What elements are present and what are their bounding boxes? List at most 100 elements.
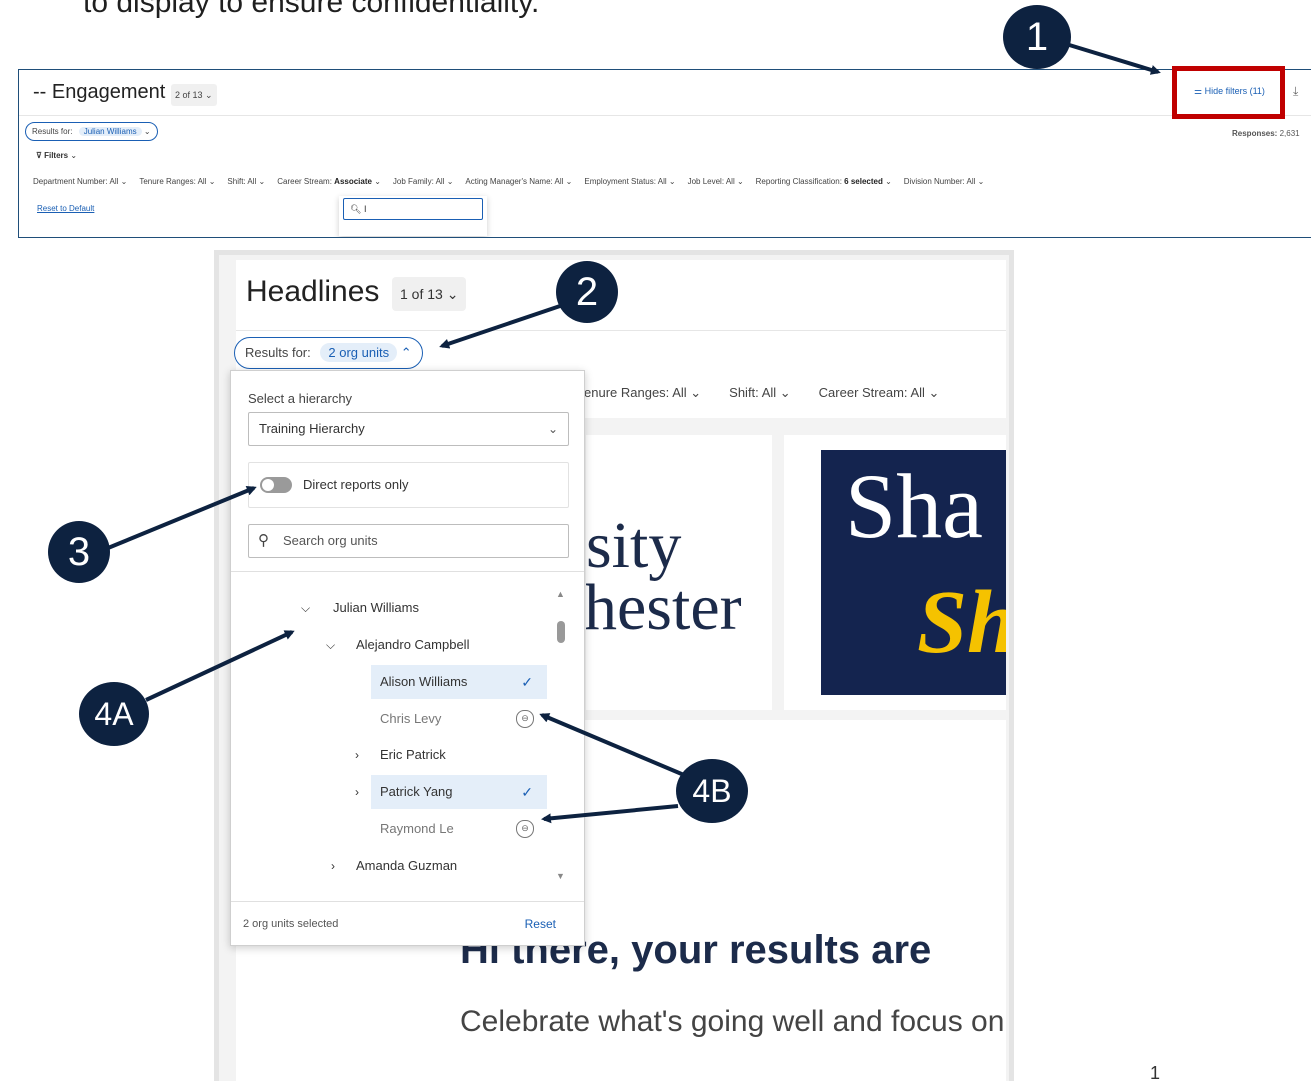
filter-label: enure Ranges: — [584, 385, 670, 400]
filter-label: Department Number: — [33, 177, 108, 186]
page-pager[interactable]: 2 of 13 ⌄ — [171, 84, 217, 106]
filters-label: Filters — [44, 151, 69, 160]
filter-shift[interactable]: Shift: All ⌄ — [227, 177, 265, 186]
welcome-subtext: Celebrate what's going well and focus on — [460, 1005, 1005, 1038]
scroll-down-arrow[interactable]: ▼ — [556, 871, 565, 881]
responses-count: Responses: 2,631 — [1232, 129, 1300, 138]
filter-label: Career Stream: — [818, 385, 908, 400]
chevron-right-icon[interactable]: › — [331, 849, 335, 883]
tree-node-label: Patrick Yang — [380, 784, 453, 799]
tree-node-label: Amanda Guzman — [356, 858, 458, 873]
tree-node-label: Alejandro Campbell — [356, 637, 470, 652]
filter-value: Associate — [334, 177, 372, 186]
chevron-down-icon: ⌄ — [143, 127, 151, 136]
results-for-button[interactable]: Results for: Julian Williams ⌄ — [25, 122, 158, 141]
responses-label: Responses: — [1232, 129, 1278, 138]
tree-node-label: Chris Levy — [380, 711, 442, 726]
hierarchy-select[interactable]: Training Hierarchy ⌄ — [248, 412, 569, 446]
filter-reporting-classification[interactable]: Reporting Classification: 6 selected ⌄ — [756, 177, 892, 186]
filter-value: All — [435, 177, 445, 186]
filter-shift[interactable]: Shift: All ⌄ — [729, 385, 791, 401]
tree-node[interactable]: › Eric Patrick — [355, 738, 547, 772]
filter-value: All — [672, 385, 687, 400]
org-units-search-input[interactable]: ⚲ Search org units — [248, 524, 569, 558]
results-value: 2 org units — [320, 343, 398, 362]
panel-footer: 2 org units selected Reset — [231, 901, 584, 945]
results-label: Results for: — [32, 127, 73, 136]
filter-career-stream[interactable]: Career Stream: Associate ⌄ — [277, 177, 381, 186]
logo-text: Sh — [917, 573, 1006, 672]
university-logo-tile: sity hester — [586, 435, 772, 710]
reset-to-default-link[interactable]: Reset to Default — [37, 204, 94, 213]
tree-node-label: Eric Patrick — [380, 747, 446, 762]
tree-node-selected[interactable]: Alison Williams ✓ — [371, 665, 547, 699]
tree-node[interactable]: ⌵ Alejandro Campbell — [326, 628, 551, 662]
page-pager[interactable]: 1 of 13 ⌄ — [392, 277, 467, 311]
tree-node[interactable]: › Amanda Guzman — [331, 849, 547, 883]
filter-tenure-ranges[interactable]: enure Ranges: All ⌄ — [584, 385, 701, 401]
chevron-right-icon[interactable]: › — [355, 738, 359, 772]
chevron-right-icon[interactable]: › — [355, 775, 359, 809]
tree-node-selected[interactable]: › Patrick Yang ✓ — [355, 775, 547, 809]
org-tree: ⌵ Julian Williams ⌵ Alejandro Campbell A… — [231, 571, 584, 897]
page-title: -- Engagement — [33, 81, 166, 103]
logo-text: Sha — [845, 455, 983, 557]
filter-job-family[interactable]: Job Family: All ⌄ — [393, 177, 454, 186]
reset-button[interactable]: Reset — [525, 917, 556, 931]
callout-4b: 4B — [676, 759, 748, 823]
document-caption: to display to ensure confidentiality. — [83, 0, 540, 19]
filter-department-number[interactable]: Department Number: All ⌄ — [33, 177, 127, 186]
filter-division-number[interactable]: Division Number: All ⌄ — [904, 177, 985, 186]
callout-3: 3 — [48, 521, 110, 583]
funnel-icon: ⊽ — [36, 151, 45, 160]
filter-label: Tenure Ranges: — [139, 177, 196, 186]
lock-shield-icon: ⊖ — [516, 820, 534, 838]
filter-value: All — [761, 385, 777, 400]
filter-employment-status[interactable]: Employment Status: All ⌄ — [584, 177, 675, 186]
filters-toggle[interactable]: ⊽ Filters ⌄ — [36, 151, 77, 160]
checkmark-icon: ✓ — [521, 674, 533, 690]
filter-value: All — [966, 177, 976, 186]
filter-label: Shift: — [729, 385, 759, 400]
download-icon[interactable]: ⤓ — [1293, 84, 1298, 99]
filter-value: All — [554, 177, 564, 186]
callout-4a: 4A — [79, 682, 149, 746]
tree-node-label: Julian Williams — [333, 600, 419, 615]
filter-career-stream[interactable]: Career Stream: All ⌄ — [819, 385, 940, 401]
search-value: I — [363, 204, 367, 214]
results-for-button[interactable]: Results for: 2 org units ⌃ — [234, 337, 423, 369]
selected-count: 2 org units selected — [243, 918, 339, 930]
results-value: Julian Williams — [78, 127, 142, 136]
callout-2: 2 — [556, 261, 618, 323]
filter-value: All — [657, 177, 667, 186]
filter-acting-manager[interactable]: Acting Manager's Name: All ⌄ — [465, 177, 572, 186]
filter-value: All — [109, 177, 119, 186]
filter-value: All — [910, 385, 925, 400]
filter-job-level[interactable]: Job Level: All ⌄ — [688, 177, 744, 186]
chevron-down-icon[interactable]: ⌵ — [326, 628, 335, 662]
tree-node[interactable]: ⌵ Julian Williams — [301, 591, 551, 625]
search-placeholder: Search org units — [283, 533, 378, 548]
logo-text: sity — [586, 509, 682, 582]
chevron-down-icon: ⌄ — [547, 422, 558, 436]
filter-tenure-ranges[interactable]: Tenure Ranges: All ⌄ — [139, 177, 215, 186]
scrollbar-thumb[interactable] — [557, 621, 565, 643]
direct-reports-toggle[interactable] — [260, 477, 292, 493]
checkmark-icon: ✓ — [521, 784, 533, 800]
tree-node-locked: Raymond Le ⊖ — [371, 812, 547, 846]
engagement-screenshot: -- Engagement 2 of 13 ⌄ ⚌ Hide filters (… — [18, 69, 1311, 238]
tree-node-label: Alison Williams — [380, 674, 468, 689]
scroll-up-arrow[interactable]: ▲ — [556, 589, 565, 599]
divider — [19, 115, 1311, 116]
page-number: 1 — [1150, 1063, 1161, 1081]
results-label: Results for: — [245, 345, 311, 360]
chevron-down-icon[interactable]: ⌵ — [301, 591, 310, 625]
filter-row: Department Number: All ⌄ Tenure Ranges: … — [33, 177, 984, 186]
chevron-down-icon: ⌄ — [68, 151, 78, 160]
direct-reports-label: Direct reports only — [303, 477, 409, 492]
responses-value: 2,631 — [1279, 129, 1300, 138]
filter-label: Job Level: — [687, 177, 725, 186]
brand-logo: Sha Sh — [821, 450, 1006, 695]
org-unit-dropdown: Select a hierarchy Training Hierarchy ⌄ … — [230, 370, 585, 946]
career-stream-search-input[interactable]: 🔍︎ I — [343, 198, 483, 220]
